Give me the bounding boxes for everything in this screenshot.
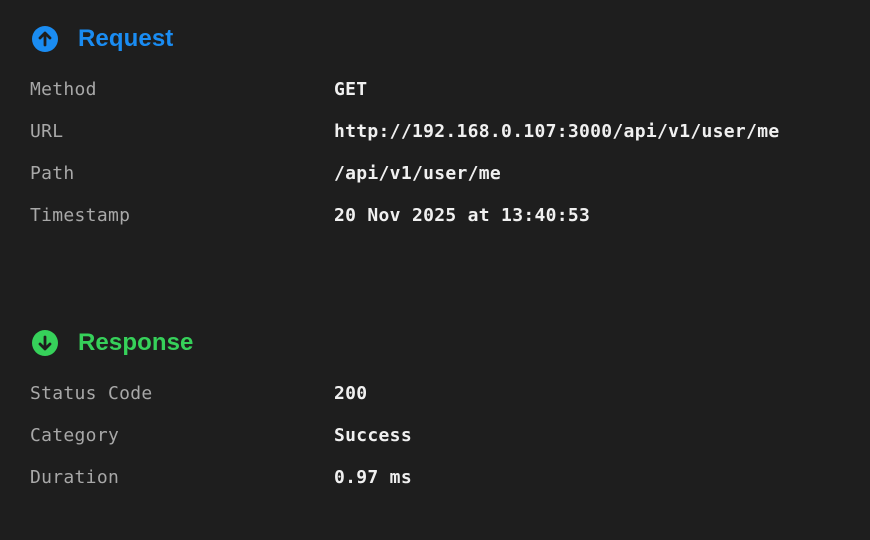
response-section: Response Status Code 200 Category Succes… [0, 328, 870, 498]
duration-value: 0.97 ms [334, 466, 412, 488]
timestamp-value: 20 Nov 2025 at 13:40:53 [334, 204, 591, 226]
method-value: GET [334, 78, 368, 100]
request-header: Request [0, 24, 870, 54]
url-value: http://192.168.0.107:3000/api/v1/user/me [334, 120, 780, 142]
request-section: Request Method GET URL http://192.168.0.… [0, 24, 870, 236]
response-row-duration: Duration 0.97 ms [0, 456, 870, 498]
request-row-timestamp: Timestamp 20 Nov 2025 at 13:40:53 [0, 194, 870, 236]
request-row-url: URL http://192.168.0.107:3000/api/v1/use… [0, 110, 870, 152]
category-value: Success [334, 424, 412, 446]
status-code-label: Status Code [30, 382, 153, 404]
url-label: URL [30, 120, 64, 142]
path-value: /api/v1/user/me [334, 162, 502, 184]
request-row-method: Method GET [0, 68, 870, 110]
method-label: Method [30, 78, 97, 100]
response-row-category: Category Success [0, 414, 870, 456]
request-row-path: Path /api/v1/user/me [0, 152, 870, 194]
arrow-down-circle-icon [31, 329, 59, 357]
response-row-status-code: Status Code 200 [0, 372, 870, 414]
status-code-value: 200 [334, 382, 368, 404]
request-response-details: Request Method GET URL http://192.168.0.… [0, 0, 870, 540]
response-title: Response [78, 329, 194, 356]
category-label: Category [30, 424, 120, 446]
arrow-up-circle-icon [31, 25, 59, 53]
response-details-list: Status Code 200 Category Success Duratio… [0, 372, 870, 498]
request-details-list: Method GET URL http://192.168.0.107:3000… [0, 68, 870, 236]
request-title: Request [78, 25, 174, 52]
duration-label: Duration [30, 466, 120, 488]
path-label: Path [30, 162, 75, 184]
timestamp-label: Timestamp [30, 204, 131, 226]
response-header: Response [0, 328, 870, 358]
